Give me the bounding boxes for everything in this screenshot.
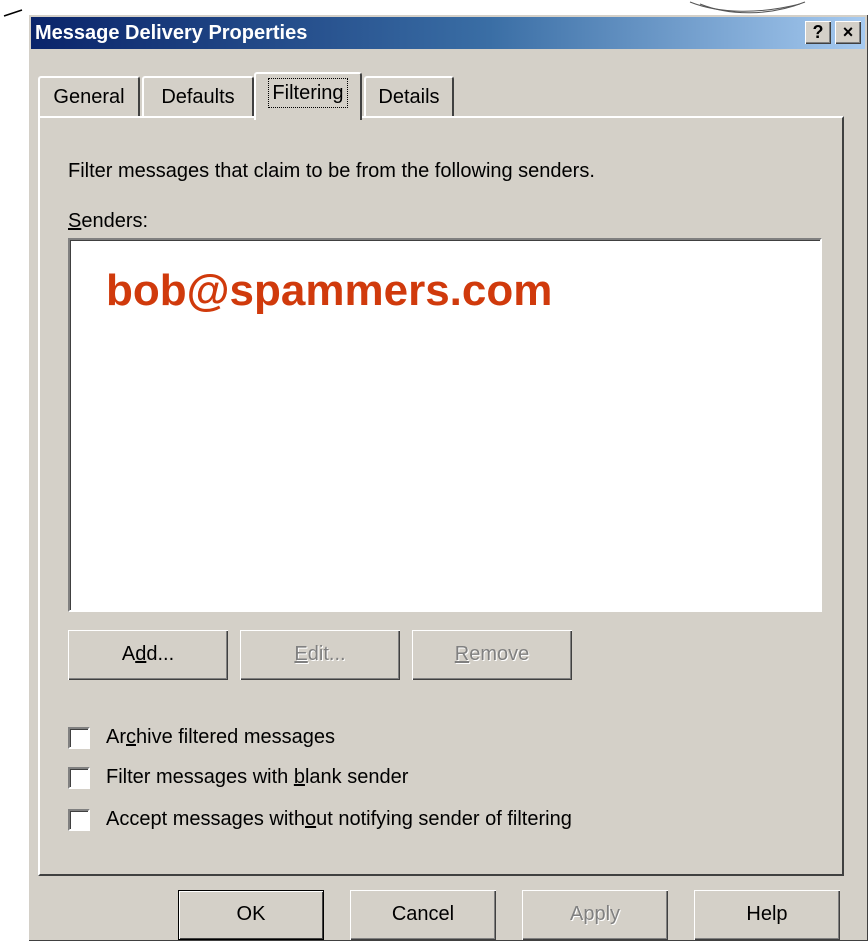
blank-sender-checkbox[interactable]	[68, 767, 90, 789]
list-item[interactable]: bob@spammers.com	[106, 266, 552, 316]
close-icon[interactable]: ×	[835, 21, 861, 44]
filter-description: Filter messages that claim to be from th…	[68, 160, 595, 182]
tab-general-label: General	[53, 86, 125, 108]
apply-button[interactable]: Apply	[522, 890, 668, 940]
accept-silently-checkbox[interactable]	[68, 809, 90, 831]
filtering-panel: Filter messages that claim to be from th…	[38, 116, 844, 876]
blank-sender-label: Filter messages with blank sender	[106, 766, 409, 788]
archive-filtered-label: Archive filtered messages	[106, 726, 335, 748]
properties-dialog: Message Delivery Properties ? × General …	[28, 14, 868, 941]
tab-details-label: Details	[378, 86, 440, 108]
tab-defaults-label: Defaults	[161, 86, 235, 108]
remove-button[interactable]: Remove	[412, 630, 572, 680]
tab-filtering[interactable]: Filtering	[254, 72, 362, 120]
title-bar: Message Delivery Properties ? ×	[31, 17, 865, 49]
archive-filtered-checkbox[interactable]	[68, 727, 90, 749]
senders-list[interactable]: bob@spammers.com	[68, 238, 822, 612]
window-title: Message Delivery Properties	[35, 22, 308, 44]
tab-defaults[interactable]: Defaults	[142, 76, 254, 118]
tab-filtering-label: Filtering	[268, 78, 348, 108]
tab-details[interactable]: Details	[364, 76, 454, 118]
tab-general[interactable]: General	[38, 76, 140, 118]
edit-button[interactable]: Edit...	[240, 630, 400, 680]
add-button[interactable]: Add...	[68, 630, 228, 680]
help-button[interactable]: Help	[694, 890, 840, 940]
ok-button[interactable]: OK	[178, 890, 324, 940]
cancel-button[interactable]: Cancel	[350, 890, 496, 940]
accept-silently-label: Accept messages without notifying sender…	[106, 808, 572, 830]
help-icon[interactable]: ?	[805, 21, 831, 44]
senders-label: Senders:	[68, 210, 149, 232]
